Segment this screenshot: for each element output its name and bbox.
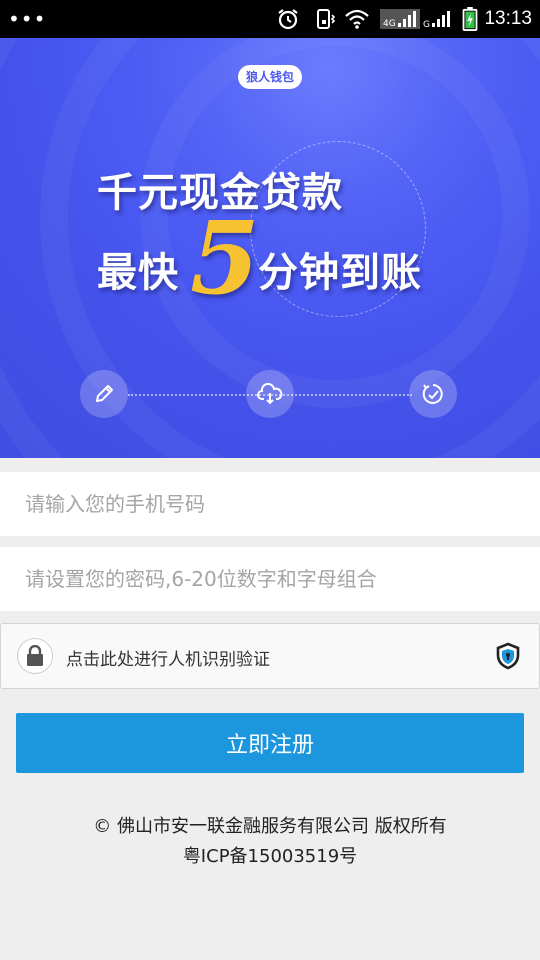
clock-time: 13:13 (484, 8, 532, 29)
icp-number: 粤ICP备15003519号 (182, 846, 358, 867)
register-button[interactable]: 立即注册 (16, 713, 524, 773)
headline-line2-suffix: 分钟到账 (258, 250, 422, 296)
alarm-icon (278, 9, 298, 30)
brand-badge: 狼人钱包 (238, 65, 302, 89)
svg-text:4G: 4G (383, 19, 396, 29)
signal-4g-icon: 4G (380, 9, 420, 29)
clock-check-icon (422, 384, 443, 404)
password-field (0, 547, 540, 611)
password-input[interactable] (0, 547, 540, 611)
notification-dots: ••• (8, 7, 47, 31)
pencil-icon (96, 385, 113, 402)
battery-charging-icon (462, 7, 478, 31)
wifi-icon (345, 9, 369, 29)
step-fill-info (80, 370, 128, 418)
lock-icon-container (17, 638, 53, 674)
vibrate-icon (317, 9, 336, 29)
phone-field (0, 472, 540, 536)
signal-icon: G (423, 11, 450, 30)
step-submit (246, 370, 294, 418)
lock-icon (27, 645, 43, 666)
captcha-label: 点击此处进行人机识别验证 (66, 650, 270, 670)
captcha-verify-button[interactable]: 点击此处进行人机识别验证 (0, 623, 540, 689)
status-bar: ••• 4G G 13:13 (0, 0, 540, 38)
step-done (409, 370, 457, 418)
shield-icon (496, 642, 520, 670)
svg-text:G: G (423, 20, 430, 30)
promo-banner: 狼人钱包 千元现金贷款 最快 5 分钟到账 (0, 38, 540, 458)
headline-number: 5 (190, 199, 260, 317)
phone-input[interactable] (0, 472, 540, 536)
headline-line2-prefix: 最快 (97, 250, 179, 296)
cloud-download-icon (257, 382, 283, 405)
copyright-text: © 佛山市安一联金融服务有限公司 版权所有 (93, 816, 447, 837)
